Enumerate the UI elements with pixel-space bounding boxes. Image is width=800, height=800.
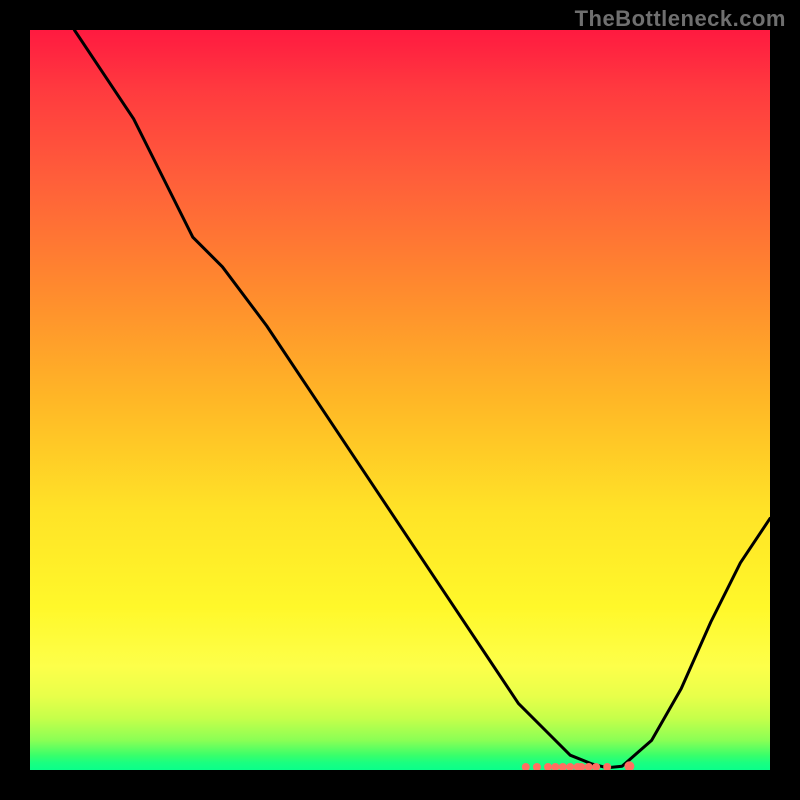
scatter-dot	[533, 763, 541, 770]
curve-layer	[30, 30, 770, 770]
scatter-dot	[544, 763, 552, 770]
chart-frame: TheBottleneck.com	[0, 0, 800, 800]
scatter-dot	[559, 763, 567, 770]
watermark-text: TheBottleneck.com	[575, 6, 786, 32]
plot-area	[30, 30, 770, 770]
scatter-dot	[522, 763, 530, 770]
scatter-dot	[551, 763, 559, 770]
scatter-dot	[566, 763, 574, 770]
line-curve	[74, 30, 770, 768]
scatter-dot	[603, 763, 611, 770]
